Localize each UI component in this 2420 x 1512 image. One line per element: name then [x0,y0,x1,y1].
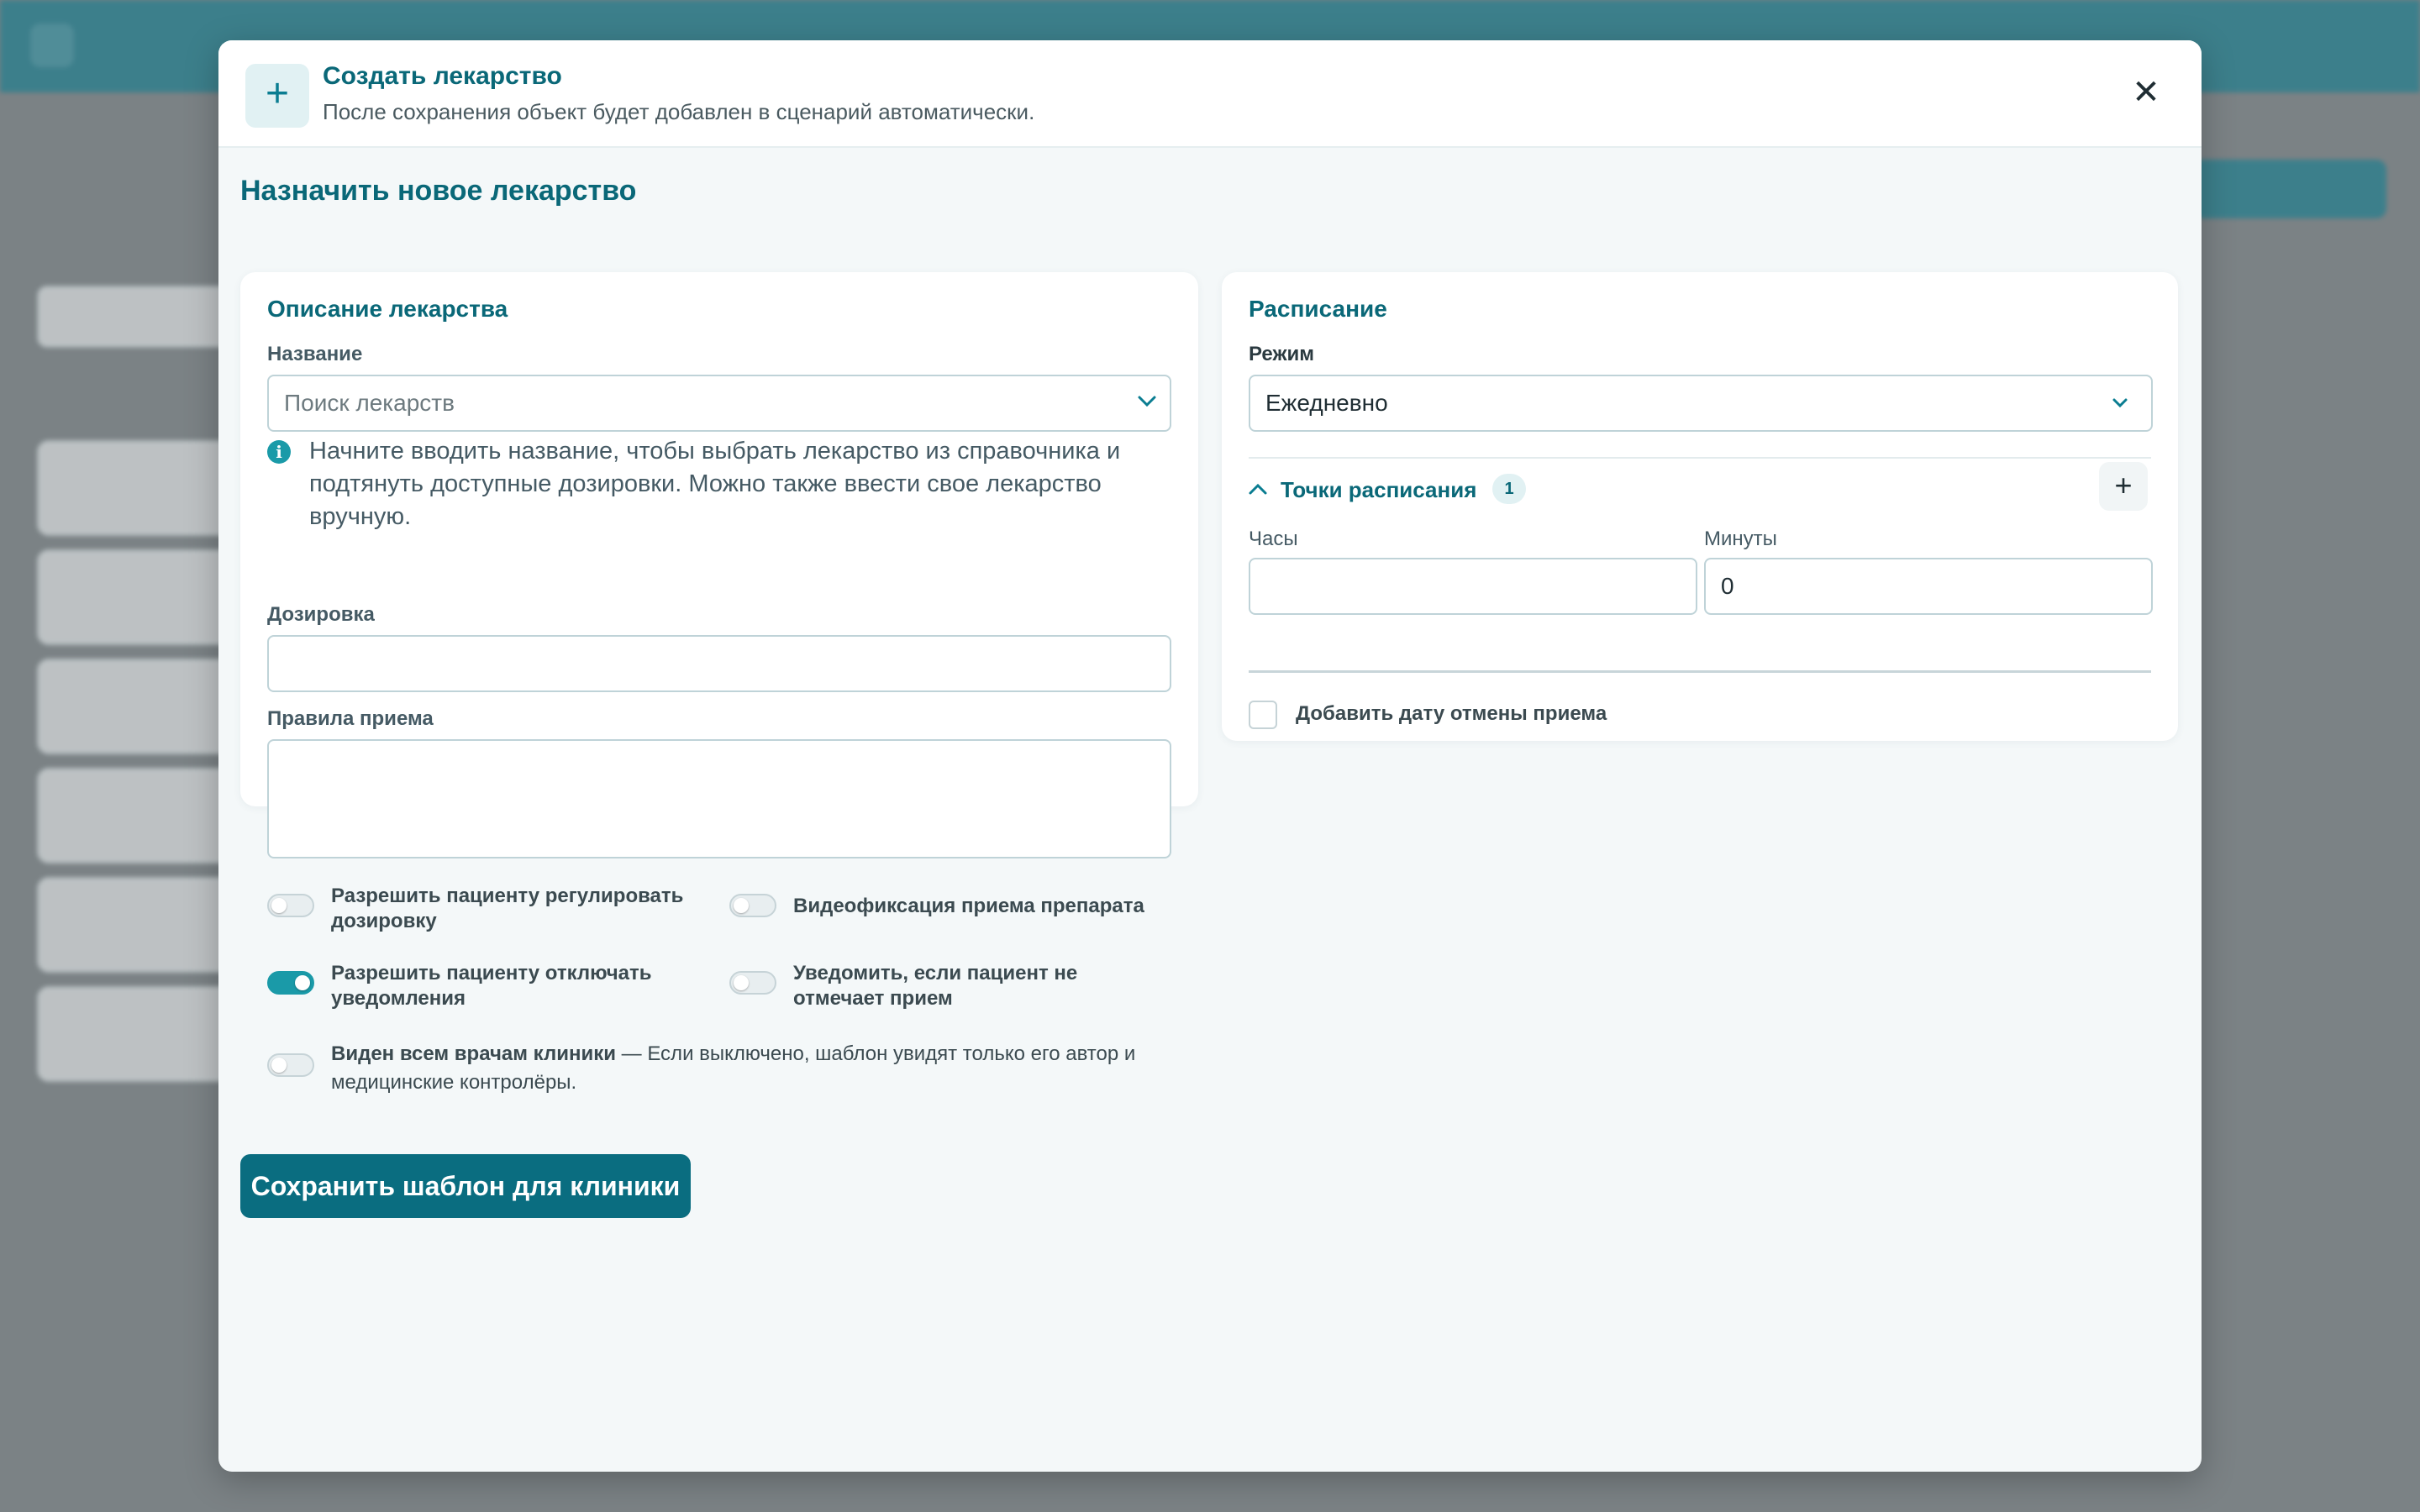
cancel-date-checkbox[interactable] [1249,701,1277,729]
card-title: Расписание [1249,296,1387,322]
create-medicine-modal: + Создать лекарство После сохранения объ… [218,40,2202,1472]
toggle-label: Разрешить пациенту отключать уведомления [331,962,652,1010]
schedule-points-toggle[interactable]: Точки расписания [1281,477,1476,503]
toggle-label: Уведомить, если пациент не отмечает прие… [793,962,1078,1010]
hours-input[interactable] [1249,558,1697,615]
modal-header: + Создать лекарство После сохранения объ… [218,40,2202,148]
page-heading: Назначить новое лекарство [240,175,637,207]
modal-subtitle: После сохранения объект будет добавлен в… [323,99,1035,124]
mode-value: Ежедневно [1265,390,1388,416]
toggle-adjust-dosage[interactable] [267,894,314,917]
add-point-button[interactable]: + [2099,462,2148,511]
schedule-card: Расписание Режим Ежедневно Точки расписа… [1222,272,2178,741]
visibility-description: Виден всем врачам клиники — Если выключе… [331,1040,1171,1097]
toggle-visible-to-all[interactable] [267,1053,314,1077]
toggle-disable-notifications[interactable] [267,971,314,995]
hours-label: Часы [1249,528,1298,550]
section-divider [1249,457,2151,459]
minutes-input[interactable] [1704,558,2153,615]
name-hint: Начните вводить название, чтобы выбрать … [309,438,1121,530]
card-title: Описание лекарства [267,296,508,322]
chevron-down-icon[interactable] [1136,390,1158,417]
app-logo [30,24,74,67]
chevron-down-icon[interactable] [2111,393,2129,417]
medicine-search-input[interactable] [267,375,1171,432]
toggle-label: Разрешить пациенту регулировать дозировк… [331,885,684,932]
mode-select[interactable]: Ежедневно [1249,375,2153,432]
rules-textarea[interactable] [267,739,1171,858]
modal-title: Создать лекарство [323,62,562,90]
points-count-badge: 1 [1492,474,1526,504]
rules-label: Правила приема [267,707,434,730]
toggle-label: Видеофиксация приема препарата [793,895,1144,917]
chevron-up-icon[interactable] [1247,479,1269,507]
save-clinic-template-button[interactable]: Сохранить шаблон для клиники [240,1154,691,1218]
cancel-date-label: Добавить дату отмены приема [1296,702,1607,725]
close-icon[interactable]: ✕ [2129,76,2163,109]
visibility-title: Виден всем врачам клиники [331,1042,616,1065]
toggle-notify-missed[interactable] [729,971,776,995]
name-label: Название [267,343,363,365]
dosage-label: Дозировка [267,603,375,626]
dosage-input[interactable] [267,635,1171,692]
plus-icon: + [245,64,309,128]
toggle-video-recording[interactable] [729,894,776,917]
info-icon: i [267,440,291,464]
medicine-description-card: Описание лекарства Название i Начните вв… [240,272,1198,1094]
minutes-label: Минуты [1704,528,1777,550]
section-divider [1249,670,2151,673]
mode-label: Режим [1249,343,1314,365]
background-save-button [2193,160,2386,218]
